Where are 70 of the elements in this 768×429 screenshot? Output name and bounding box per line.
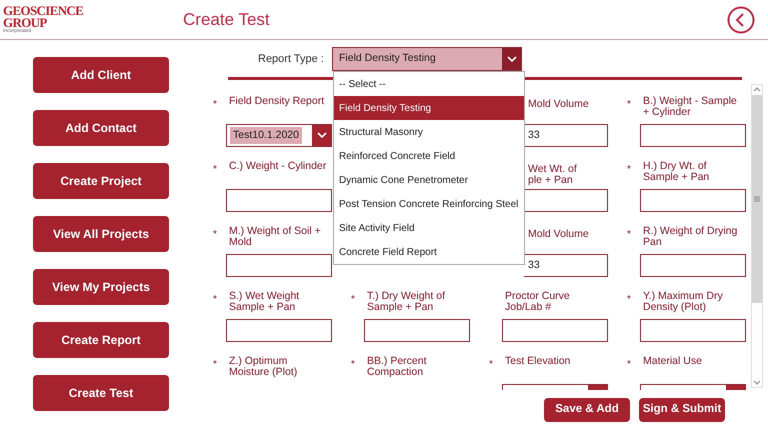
- field-label: Wet Wt. of ple + Pan: [528, 162, 578, 183]
- dropdown-option[interactable]: Concrete Field Report: [334, 240, 524, 264]
- field-label: M.) Weight of Soil + Mold: [228, 226, 322, 248]
- grip-icon: [754, 196, 760, 202]
- dropdown-option[interactable]: -- Select --: [334, 72, 524, 96]
- required-mark: *: [627, 359, 632, 370]
- field-label: Field Density Report: [228, 96, 326, 109]
- input-field[interactable]: [640, 189, 746, 212]
- field-label: R.) Weight of Drying Pan: [642, 226, 738, 248]
- input-field[interactable]: [364, 319, 470, 342]
- report-type-select[interactable]: Field Density Testing: [332, 47, 522, 71]
- dropdown-option[interactable]: Post Tension Concrete Reinforcing Steel: [334, 192, 524, 216]
- field-label: Test Elevation: [504, 356, 572, 369]
- required-mark: *: [351, 359, 356, 370]
- required-mark: *: [489, 359, 494, 370]
- nav-button[interactable]: Create Report: [33, 322, 169, 358]
- field-label: Mold Volume: [528, 227, 590, 242]
- field-label: S.) Wet Weight Sample + Pan: [228, 291, 300, 313]
- select-field[interactable]: Test10.1.2020: [226, 124, 332, 147]
- input-field[interactable]: [226, 254, 332, 277]
- required-mark: *: [213, 359, 218, 370]
- field-label: Proctor Curve Job/Lab #: [504, 291, 571, 313]
- action-button[interactable]: Sign & Submit: [639, 398, 725, 422]
- input-field[interactable]: [640, 319, 746, 342]
- required-mark: *: [213, 229, 218, 240]
- dropdown-option[interactable]: Dynamic Cone Penetrometer: [334, 168, 524, 192]
- dropdown-option[interactable]: Field Density Testing: [334, 96, 524, 120]
- chevron-down-icon: [316, 132, 326, 139]
- required-mark: *: [627, 164, 632, 175]
- required-mark: *: [213, 164, 218, 175]
- input-field[interactable]: [640, 254, 746, 277]
- required-mark: *: [351, 294, 356, 305]
- required-mark: *: [213, 294, 218, 305]
- nav-button[interactable]: Create Test: [33, 375, 169, 411]
- select-value: Field Density Testing: [338, 51, 436, 66]
- input-field[interactable]: [226, 319, 332, 342]
- nav-button[interactable]: View My Projects: [33, 269, 169, 305]
- field-label: Y.) Maximum Dry Density (Plot): [642, 291, 724, 313]
- field-label: Mold Volume: [528, 97, 590, 112]
- field-label: BB.) Percent Compaction: [366, 356, 428, 378]
- input-field[interactable]: [640, 124, 746, 147]
- field-label: T.) Dry Weight of Sample + Pan: [366, 291, 446, 313]
- action-button[interactable]: Save & Add: [544, 398, 630, 422]
- logo-text: GROUP: [3, 17, 47, 29]
- field-label: Material Use: [642, 356, 703, 369]
- field-label: B.) Weight - Sample + Cylinder: [642, 96, 738, 118]
- dropdown-option[interactable]: Reinforced Concrete Field: [334, 144, 524, 168]
- select-value: Test10.1.2020: [230, 127, 302, 144]
- required-mark: *: [213, 99, 218, 110]
- page-title: Create Test: [183, 8, 270, 31]
- required-mark: *: [627, 99, 632, 110]
- logo-text: GEOSCIENCE: [3, 5, 84, 17]
- dropdown-option[interactable]: Structural Masonry: [334, 120, 524, 144]
- field-label: C.) Weight - Cylinder: [228, 161, 328, 174]
- required-mark: *: [627, 294, 632, 305]
- nav-button[interactable]: View All Projects: [33, 216, 169, 252]
- chevron-down-icon: [506, 56, 516, 62]
- input-field[interactable]: [226, 189, 332, 212]
- dropdown-option[interactable]: Site Activity Field: [334, 216, 524, 240]
- scrollbar-thumb[interactable]: [752, 95, 762, 303]
- scrollbar[interactable]: [751, 84, 763, 388]
- nav-button[interactable]: Add Client: [33, 57, 169, 93]
- nav-button[interactable]: Add Contact: [33, 110, 169, 146]
- field-label: Z.) Optimum Moisture (Plot): [228, 356, 298, 378]
- required-mark: *: [627, 229, 632, 240]
- report-type-label: Report Type :: [258, 52, 325, 67]
- nav-button[interactable]: Create Project: [33, 163, 169, 199]
- input-field[interactable]: [502, 319, 608, 342]
- field-label: H.) Dry Wt. of Sample + Pan: [642, 161, 710, 183]
- back-icon[interactable]: [727, 6, 755, 34]
